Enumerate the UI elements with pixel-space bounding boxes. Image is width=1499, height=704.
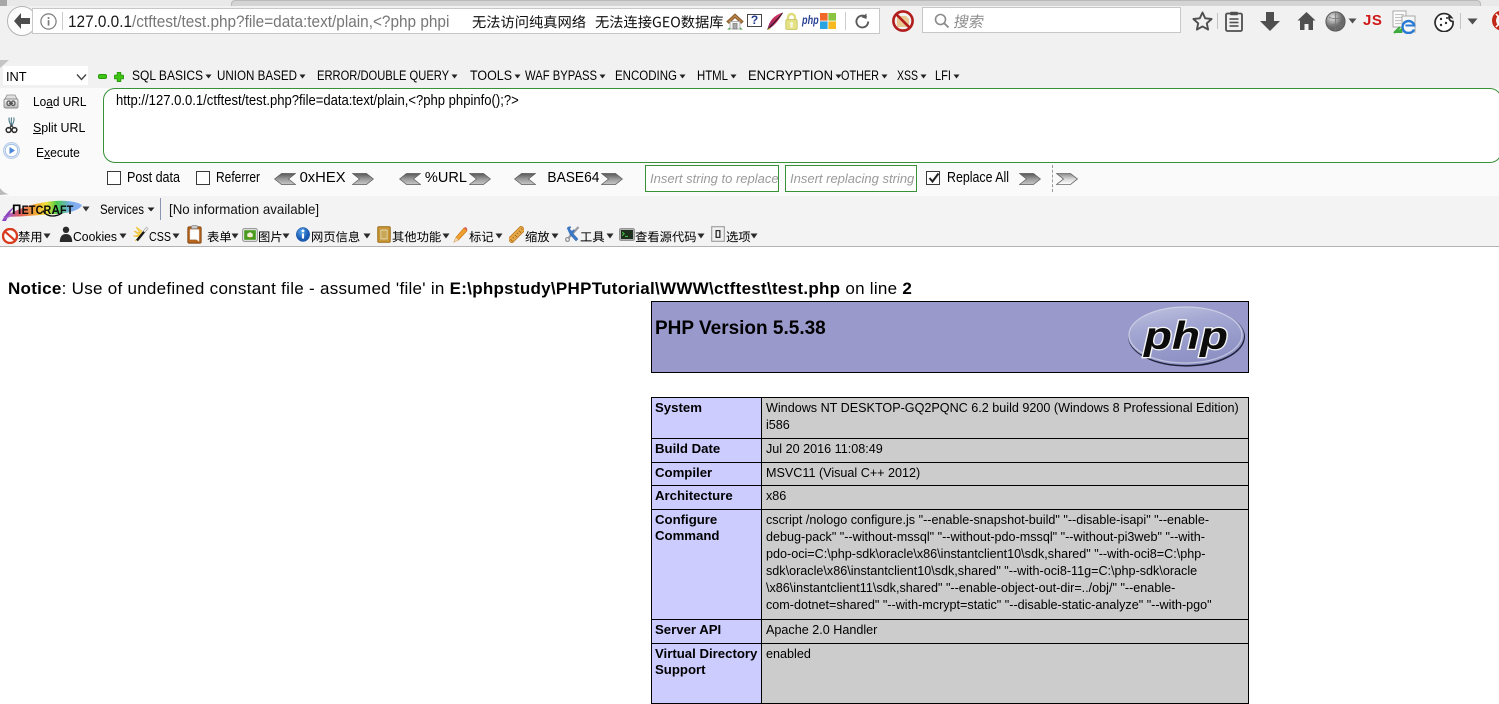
svg-text:php: php xyxy=(1143,315,1228,358)
